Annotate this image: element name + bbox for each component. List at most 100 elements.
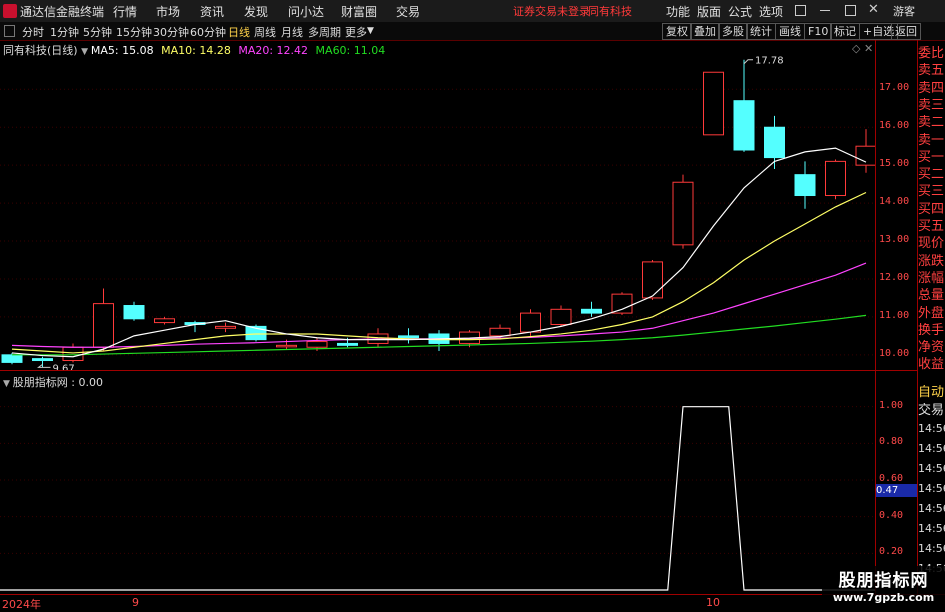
watermark-url: www.7gpzb.com (832, 591, 935, 604)
panel-toggle-icon[interactable] (4, 25, 15, 37)
menu-item-caifuquan[interactable]: 财富圈 (341, 3, 377, 20)
candle-up (550, 308, 572, 325)
side-panel-label: 涨跌 (918, 253, 945, 269)
side-panel-label: 现价 (918, 236, 945, 252)
tick-time: 14:56 (918, 522, 945, 535)
candle-down (337, 342, 358, 346)
candle-down (764, 126, 785, 159)
menu-item-gongshi[interactable]: 公式 (728, 3, 752, 20)
period-30min[interactable]: 30分钟 (153, 24, 189, 40)
chevron-down-icon[interactable]: ▼ (367, 26, 374, 36)
side-panel-label: 净资 (918, 340, 945, 356)
period-15min[interactable]: 15分钟 (116, 24, 152, 40)
period-multi[interactable]: 多周期 (308, 24, 341, 40)
guest-label[interactable]: 游客 (893, 3, 915, 19)
minimize-icon[interactable] (820, 10, 830, 11)
menu-item-gongneng[interactable]: 功能 (666, 3, 690, 20)
indicator-tick-label: 1.00 (879, 399, 904, 411)
tick-time: 14:56 (918, 442, 945, 455)
candle-up (520, 312, 541, 333)
menu-item-xuanxiang[interactable]: 选项 (759, 3, 783, 20)
high-price-label: 17.78 (755, 56, 784, 67)
side-panel-label: 外盘 (918, 305, 945, 321)
period-1min[interactable]: 1分钟 (50, 24, 79, 40)
period-daily[interactable]: 日线 (228, 24, 250, 40)
btn-f10[interactable]: F10 (804, 23, 833, 40)
side-panel-label: 买一 (918, 149, 945, 165)
candle-up (703, 71, 724, 136)
menu-item-zixun[interactable]: 资讯 (200, 3, 224, 20)
btn-return[interactable]: 返回 (891, 23, 921, 40)
maximize-icon[interactable] (845, 5, 856, 16)
tick-time: 14:56 (918, 482, 945, 495)
period-toolbar: 分时 1分钟 5分钟 15分钟 30分钟 60分钟 日线 周线 月线 多周期 更… (0, 22, 945, 41)
stock-name-header: 同有科技 (588, 5, 632, 18)
date-month-10: 10 (706, 596, 720, 609)
period-60min[interactable]: 60分钟 (190, 24, 226, 40)
price-tick-label: 11.00 (879, 309, 910, 321)
side-panel-label: 买二 (918, 167, 945, 183)
pane-divider (0, 370, 917, 371)
tick-time: 14:56 (918, 502, 945, 515)
indicator-tick-label: 0.80 (879, 436, 904, 448)
date-year: 2024年 (2, 598, 41, 611)
login-status[interactable]: 证券交易未登录 (513, 3, 590, 19)
price-tick-label: 12.00 (879, 271, 910, 283)
period-5min[interactable]: 5分钟 (83, 24, 112, 40)
candle-down (123, 305, 145, 320)
menu-item-banmian[interactable]: 版面 (697, 3, 721, 20)
candle-down (398, 335, 419, 339)
menu-item-hangqing[interactable]: 行情 (113, 3, 137, 20)
period-monthly[interactable]: 月线 (281, 24, 303, 40)
price-tick-label: 16.00 (879, 120, 910, 132)
btn-duogu[interactable]: 多股 (718, 23, 748, 40)
side-panel-label: 卖一 (918, 132, 945, 148)
candle-up (825, 160, 846, 197)
price-tick-label: 14.00 (879, 196, 910, 208)
candle-down (32, 358, 53, 362)
candle-up (154, 318, 175, 324)
quote-side-panel: 委比 卖五 卖四 卖三 卖二 卖一 买一 买二 买三 买四 买五 现价 涨跌 涨幅 总量 外盘 换手 净资 收益 (918, 46, 945, 376)
indicator-chart[interactable] (0, 372, 875, 594)
indicator-tick-label: 0.60 (879, 473, 904, 484)
candlestick-chart[interactable]: 17.78 9.67 (0, 40, 875, 370)
candle-down (733, 100, 755, 151)
watermark-title: 股朋指标网 (838, 571, 929, 591)
tick-time: 14:56 (918, 422, 945, 435)
side-panel-label: 卖三 (918, 97, 945, 113)
price-tick-label: 10.00 (879, 347, 910, 359)
side-panel-label: 委比 (918, 46, 945, 61)
period-fenshi[interactable]: 分时 (22, 24, 44, 40)
side-panel-label: 买五 (918, 219, 945, 234)
indicator-tick-label: 0.20 (879, 546, 904, 558)
candle-up (642, 261, 663, 299)
tick-time: 14:56 (918, 542, 945, 555)
period-weekly[interactable]: 周线 (254, 24, 276, 40)
tick-time: 14:56 (918, 462, 945, 475)
auto-trade-label[interactable]: 自动 (918, 385, 945, 401)
candle-up (276, 344, 297, 348)
btn-diejia[interactable]: 叠加 (690, 23, 720, 40)
close-icon[interactable]: ✕ (868, 2, 879, 17)
candle-up (672, 181, 694, 246)
indicator-tick-label: 0.40 (879, 509, 904, 521)
menu-item-jiaoyi[interactable]: 交易 (396, 3, 420, 20)
low-marker-line (37, 363, 51, 368)
btn-fuquan[interactable]: 复权 (662, 23, 692, 40)
indicator-current-value: 0.47 (876, 484, 917, 497)
trade-label[interactable]: 交易 (918, 403, 945, 419)
candle-up (62, 346, 84, 362)
btn-tongji[interactable]: 统计 (746, 23, 776, 40)
btn-huaxian[interactable]: 画线 (775, 23, 805, 40)
btn-biaoji[interactable]: 标记 (830, 23, 860, 40)
date-month-9: 9 (132, 596, 139, 609)
high-marker-line (743, 59, 753, 65)
candle-up (611, 293, 633, 314)
period-more[interactable]: 更多 (345, 24, 367, 40)
menu-item-shichang[interactable]: 市场 (156, 3, 180, 20)
candle-up (93, 303, 114, 348)
menu-item-faxian[interactable]: 发现 (244, 3, 268, 20)
restore-window-icon[interactable] (795, 5, 806, 16)
menu-item-wenxiaoda[interactable]: 问小达 (288, 3, 324, 20)
candle-down (794, 174, 816, 197)
